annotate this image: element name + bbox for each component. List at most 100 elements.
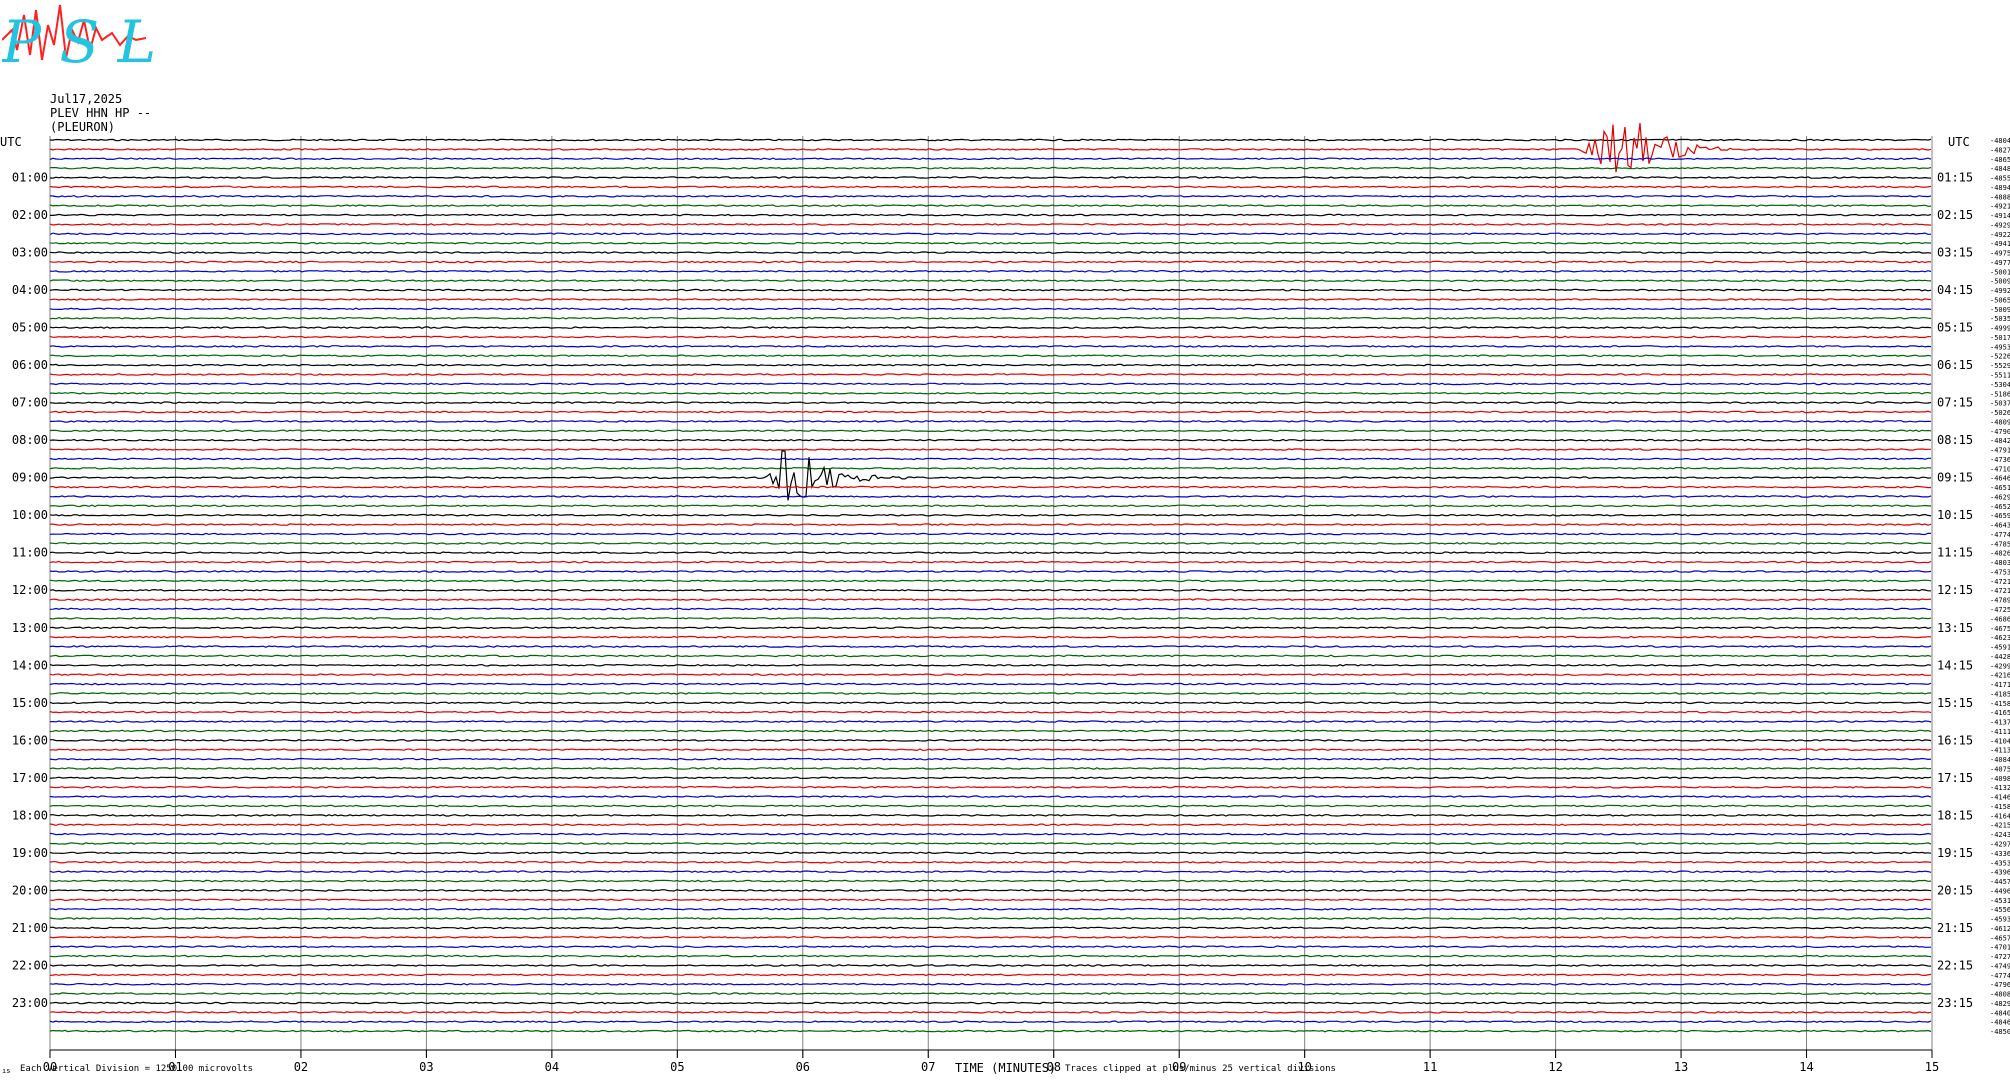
trace-line <box>50 391 1932 395</box>
left-time-label: 06:00 <box>12 358 48 372</box>
trace-offset-label: -4736 <box>1990 456 2010 464</box>
trace-line <box>49 814 1932 817</box>
helicorder-plot: 00 01 02 03 04 05 06 07 08 09 10 11 12 13 14 15UTC UTC01… <box>0 122 2010 1074</box>
corner-mark: ıs <box>2 1067 11 1075</box>
trace-line <box>49 748 1932 752</box>
x-tick-label: 04 <box>545 1060 559 1074</box>
trace-offset-label: -4084 <box>1990 756 2010 764</box>
trace-offset-label: -4941 <box>1990 240 2010 248</box>
right-time-label: 13:15 <box>1937 621 1973 635</box>
trace-offset-label: -4457 <box>1990 878 2010 886</box>
trace-offset-label: -4215 <box>1990 822 2010 830</box>
trace-line <box>49 776 1932 780</box>
trace-line <box>49 588 1931 592</box>
right-time-label: 08:15 <box>1937 433 1973 447</box>
trace-line <box>49 429 1932 433</box>
trace-offset-label: -5186 <box>1990 390 2010 398</box>
trace-line <box>49 122 1932 173</box>
trace-offset-label: -4353 <box>1990 859 2010 867</box>
trace-line <box>49 935 1932 939</box>
trace-line <box>49 326 1932 329</box>
trace-offset-label: -4701 <box>1990 944 2010 952</box>
trace-offset-label: -4796 <box>1990 981 2010 989</box>
trace-line <box>49 654 1932 658</box>
trace-line <box>49 232 1932 236</box>
trace-offset-label: -4850 <box>1990 1028 2010 1036</box>
trace-line <box>49 1029 1932 1033</box>
left-time-label: 20:00 <box>12 883 48 897</box>
right-time-label: 11:15 <box>1937 546 1973 560</box>
trace-offset-label: -4888 <box>1990 193 2010 201</box>
trace-line <box>49 860 1932 864</box>
trace-line <box>49 260 1932 264</box>
trace-offset-label: -4789 <box>1990 597 2010 605</box>
trace-line <box>49 504 1931 508</box>
left-time-label: 13:00 <box>12 621 48 635</box>
trace-offset-label: -4929 <box>1990 221 2010 229</box>
trace-line <box>49 926 1932 930</box>
trace-offset-label: -4185 <box>1990 690 2010 698</box>
trace-line <box>49 663 1932 667</box>
trace-offset-label: -5017 <box>1990 334 2010 342</box>
trace-offset-label: -5304 <box>1990 381 2010 389</box>
trace-line <box>49 617 1932 620</box>
trace-offset-label: -4922 <box>1990 231 2010 239</box>
footer-scale-note: Each Vertical Division = 1250.00 microvo… <box>20 1064 253 1074</box>
trace-line <box>49 438 1932 442</box>
trace-line <box>49 879 1932 883</box>
trace-line <box>49 185 1932 189</box>
right-time-label: 20:15 <box>1937 883 1973 897</box>
trace-line <box>49 710 1932 714</box>
right-time-label: 04:15 <box>1937 283 1973 297</box>
trace-offset-label: -4164 <box>1990 812 2010 820</box>
trace-line <box>49 363 1932 367</box>
trace-line <box>49 316 1932 320</box>
trace-line <box>49 288 1932 292</box>
right-time-label: 12:15 <box>1937 583 1973 597</box>
trace-offset-label: -4894 <box>1990 184 2010 192</box>
trace-offset-label: -4975 <box>1990 250 2010 258</box>
trace-line <box>49 973 1932 977</box>
trace-line <box>49 401 1932 404</box>
right-time-label: 03:15 <box>1937 246 1973 260</box>
right-time-label: 09:15 <box>1937 471 1973 485</box>
trace-offset-label: -4809 <box>1990 418 2010 426</box>
trace-line <box>49 1020 1932 1024</box>
trace-line <box>49 223 1932 226</box>
trace-offset-label: -4428 <box>1990 653 2010 661</box>
left-time-label: 18:00 <box>12 808 48 822</box>
right-time-label: 05:15 <box>1937 321 1973 335</box>
left-time-label: 15:00 <box>12 696 48 710</box>
trace-offset-label: -4992 <box>1990 287 2010 295</box>
trace-line <box>49 795 1932 798</box>
trace-line <box>49 851 1932 855</box>
left-time-label: 16:00 <box>12 733 48 747</box>
trace-line <box>49 598 1932 601</box>
left-time-label: 02:00 <box>12 208 48 222</box>
trace-line <box>49 804 1932 808</box>
trace-offset-label: -4496 <box>1990 887 2010 895</box>
trace-line <box>49 298 1931 301</box>
right-time-label: 15:15 <box>1937 696 1973 710</box>
trace-offset-label: -4593 <box>1990 916 2010 924</box>
trace-line <box>49 1010 1932 1014</box>
trace-offset-label: -4531 <box>1990 897 2010 905</box>
trace-offset-label: -4651 <box>1990 484 2010 492</box>
trace-offset-label: -4865 <box>1990 156 2010 164</box>
trace-offset-label: -4840 <box>1990 1009 2010 1017</box>
trace-offset-label: -4675 <box>1990 625 2010 633</box>
trace-offset-label: -4146 <box>1990 794 2010 802</box>
trace-line <box>49 466 1932 470</box>
trace-line <box>49 241 1931 245</box>
trace-offset-label: -4299 <box>1990 662 2010 670</box>
trace-offset-label: -4216 <box>1990 672 2010 680</box>
x-axis-title: TIME (MINUTES) <box>955 1061 1057 1075</box>
left-time-label: 08:00 <box>12 433 48 447</box>
trace-line <box>49 570 1932 573</box>
left-time-label: 22:00 <box>12 958 48 972</box>
trace-offset-label: -4829 <box>1990 1000 2010 1008</box>
right-time-label: 18:15 <box>1937 808 1973 822</box>
trace-line <box>49 176 1932 179</box>
trace-line <box>49 645 1932 648</box>
trace-line <box>49 945 1931 949</box>
